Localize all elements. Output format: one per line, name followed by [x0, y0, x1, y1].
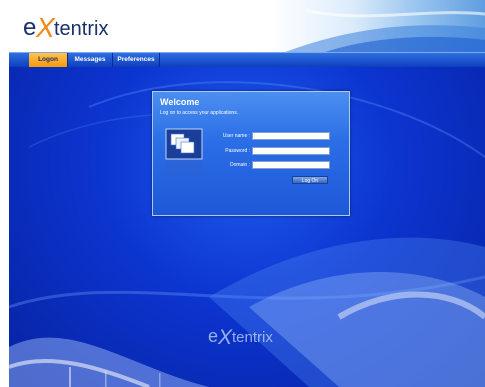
logo-prefix: e	[23, 14, 36, 41]
footer-logo-suffix: tentrix	[232, 329, 273, 346]
password-input[interactable]	[252, 147, 330, 155]
domain-input[interactable]	[252, 161, 330, 169]
nav-tab-bar: Logon Messages Preferences	[9, 52, 485, 68]
logon-button[interactable]: Log On	[292, 176, 328, 184]
header-decoration	[285, 0, 485, 52]
applications-icon	[165, 128, 203, 176]
logo-suffix: tentrix	[54, 18, 108, 40]
tab-logon[interactable]: Logon	[29, 53, 68, 67]
footer-logo-prefix: e	[208, 326, 218, 346]
header: e X tentrix	[9, 0, 485, 52]
password-label: Password :	[225, 148, 250, 154]
login-title: Welcome	[160, 97, 200, 107]
brand-logo: e X tentrix	[23, 7, 133, 43]
username-input[interactable]	[252, 132, 330, 140]
app-frame: e X tentrix Logon Messages Preferences W…	[9, 0, 485, 387]
domain-label: Domain :	[229, 162, 250, 168]
main-content: Welcome Log on to access your applicatio…	[9, 67, 485, 387]
logo-x: X	[35, 12, 56, 43]
login-panel: Welcome Log on to access your applicatio…	[152, 91, 350, 216]
username-label: User name :	[222, 133, 250, 139]
tab-preferences[interactable]: Preferences	[113, 53, 160, 67]
login-subtitle: Log on to access your applications.	[160, 110, 239, 116]
tab-messages[interactable]: Messages	[68, 53, 113, 67]
footer-brand-logo: e X tentrix	[208, 322, 290, 349]
footer-logo-x: X	[217, 326, 233, 348]
